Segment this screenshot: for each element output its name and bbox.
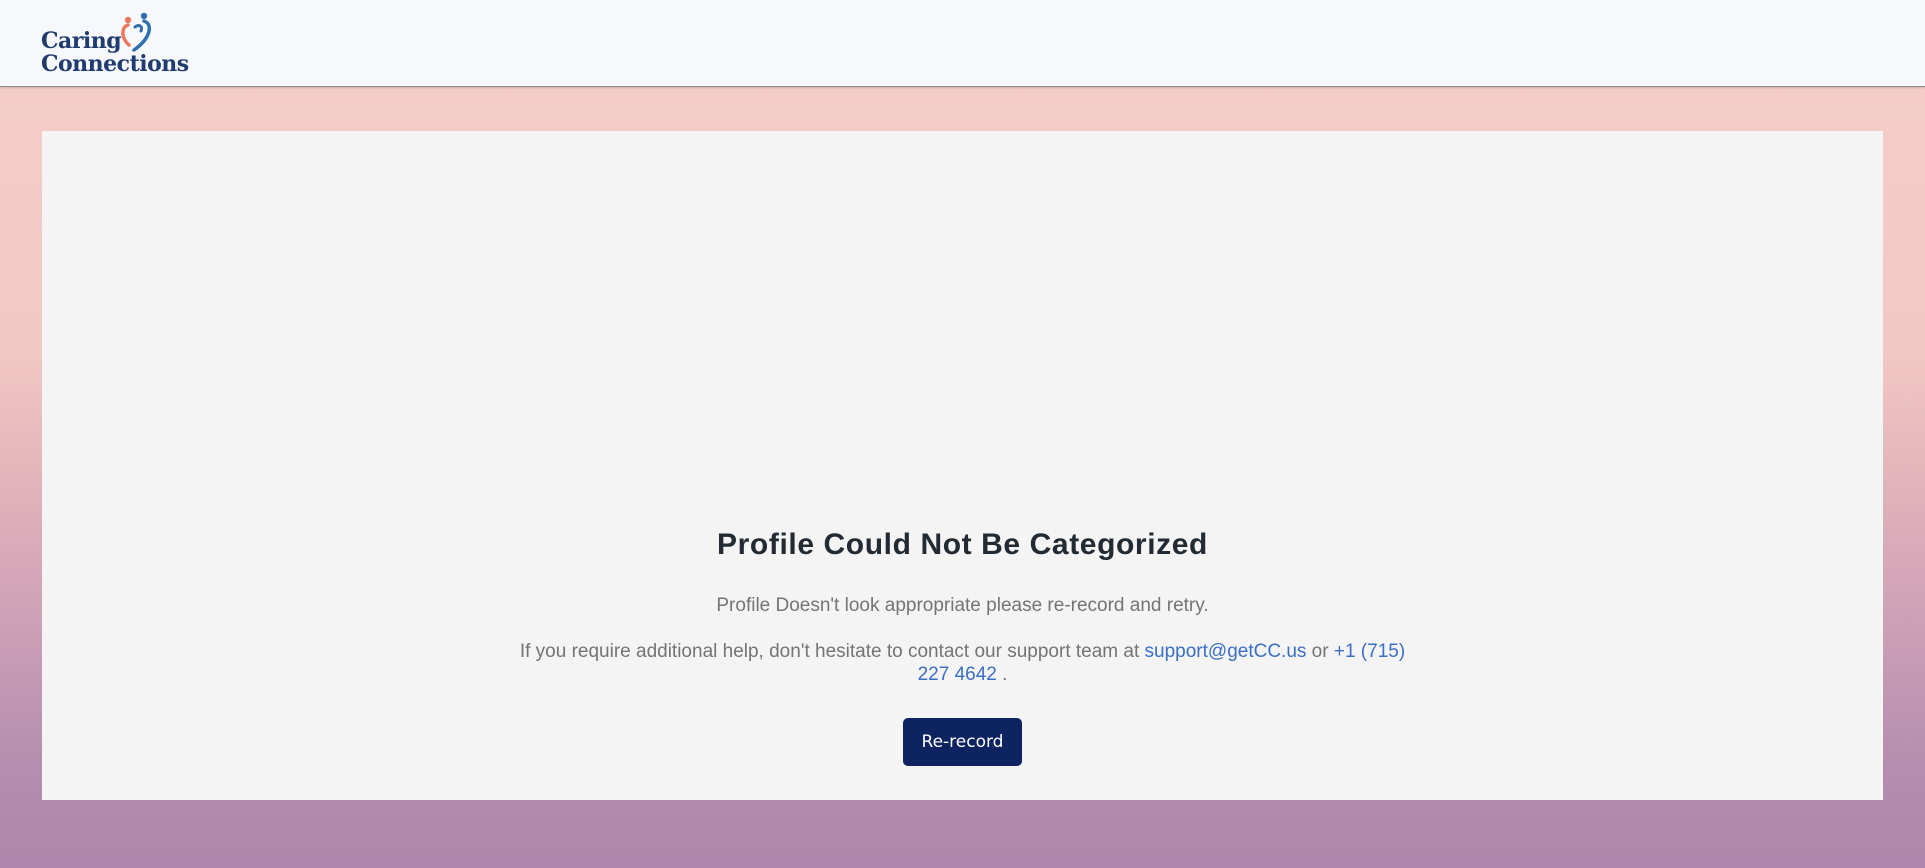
support-email-link[interactable]: support@getCC.us	[1145, 641, 1307, 662]
top-bar: Caring Connections	[0, 0, 1925, 87]
help-suffix: .	[996, 664, 1008, 685]
caring-connections-logo[interactable]: Caring Connections	[41, 12, 191, 78]
status-message: Profile Doesn't look appropriate please …	[716, 595, 1209, 616]
logo-line1: Caring	[41, 28, 122, 54]
logo-line2: Connections	[41, 51, 189, 77]
help-prefix: If you require additional help, don't he…	[519, 641, 1145, 662]
re-record-button[interactable]: Re-record	[903, 718, 1022, 766]
status-card: Profile Could Not Be Categorized Profile…	[42, 131, 1883, 800]
help-or: or	[1306, 641, 1334, 662]
logo-wordmark: Caring Connections	[41, 30, 189, 76]
support-help-text: If you require additional help, don't he…	[508, 640, 1417, 686]
page-title: Profile Could Not Be Categorized	[717, 528, 1208, 561]
